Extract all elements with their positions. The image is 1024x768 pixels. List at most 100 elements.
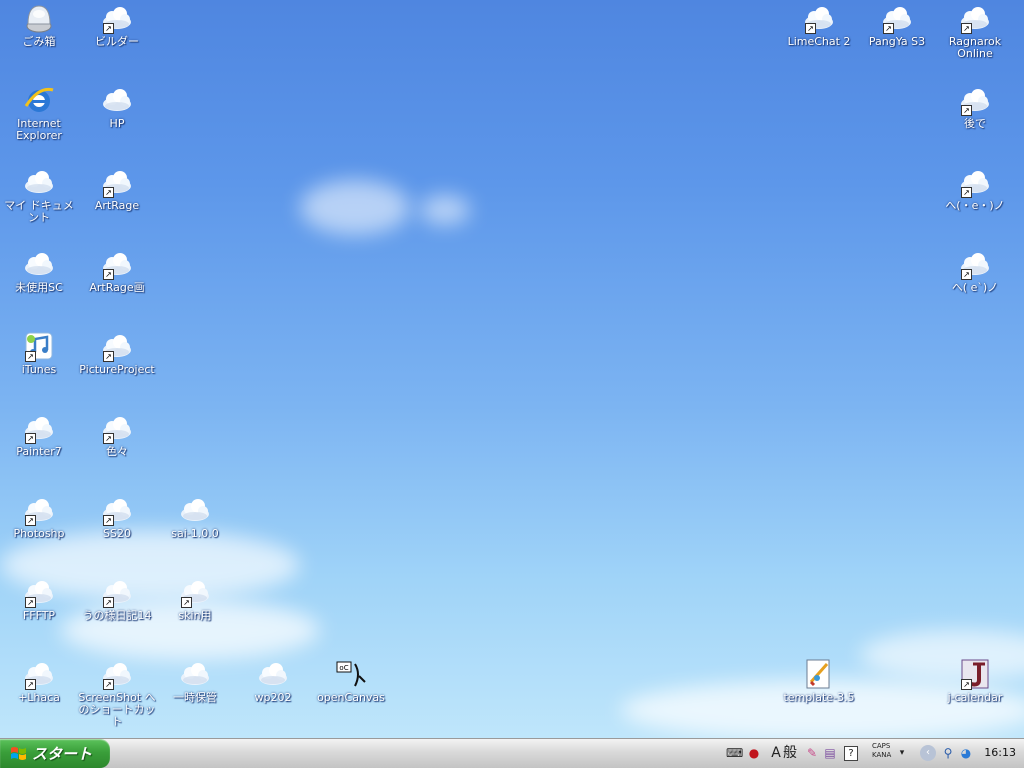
cloud-icon: ↗ <box>101 576 133 608</box>
ie-icon <box>23 84 55 116</box>
windows-logo-icon <box>11 747 26 760</box>
desktop-icon-builder[interactable]: ↗ ビルダー <box>78 2 156 48</box>
cloud-icon: ↗ <box>959 2 991 34</box>
oc-icon: oC <box>335 658 367 690</box>
desktop-icon-nikki[interactable]: ↗ うの様日記14 <box>78 576 156 622</box>
desktop-icon-label: うの様日記14 <box>82 609 152 622</box>
desktop-icon-artrage[interactable]: ↗ ArtRage <box>78 166 156 212</box>
shortcut-arrow-icon: ↗ <box>961 187 972 198</box>
desktop-icon-itunes[interactable]: ↗ iTunes <box>0 330 78 376</box>
shortcut-arrow-icon: ↗ <box>103 433 114 444</box>
desktop-icon-label: 未使用SC <box>15 281 63 294</box>
desktop[interactable]: ごみ箱 ↗ ビルダー Internet Explorer HP マイ ドキュメント ↗ Art… <box>0 0 1024 738</box>
cloud-icon: ↗ <box>959 84 991 116</box>
desktop-icon-iroiro[interactable]: ↗ 色々 <box>78 412 156 458</box>
shortcut-arrow-icon: ↗ <box>25 515 36 526</box>
shortcut-arrow-icon: ↗ <box>103 679 114 690</box>
caps-label: CAPS <box>872 742 891 750</box>
taskbar: スタート ⌨ ● A 般 ✎ ▤ ? CAPS KANA ▾ ‹ ⚲ ◕ 16:… <box>0 738 1024 768</box>
palette-icon[interactable]: ✎ <box>804 745 820 761</box>
network-icon[interactable]: ◕ <box>958 745 974 761</box>
ime-input-mode[interactable]: 般 <box>782 745 798 761</box>
desktop-icon-label: 一時保管 <box>173 691 217 704</box>
desktop-icon-label: HP <box>109 117 125 130</box>
desktop-icon-label: PictureProject <box>79 363 155 376</box>
cloud-icon: ↗ <box>959 166 991 198</box>
desktop-icon-opencanvas[interactable]: oC openCanvas <box>312 658 390 704</box>
cloud-icon <box>257 658 289 690</box>
search-icon[interactable]: ⚲ <box>940 745 956 761</box>
system-tray: ⌨ ● A 般 ✎ ▤ ? CAPS KANA ▾ ‹ ⚲ ◕ 16:13 <box>724 739 1024 768</box>
desktop-icon-screenshot[interactable]: ↗ ScreenShot へのショートカット <box>78 658 156 728</box>
desktop-icon-template[interactable]: template-3.5 <box>780 658 858 704</box>
help-icon[interactable]: ? <box>844 746 858 761</box>
shortcut-arrow-icon: ↗ <box>25 351 36 362</box>
desktop-icon-hp[interactable]: HP <box>78 84 156 130</box>
desktop-icon-ichiji[interactable]: 一時保管 <box>156 658 234 704</box>
desktop-icon-label: iTunes <box>21 363 57 376</box>
desktop-icon-jcalendar[interactable]: ↗ j-calendar <box>936 658 1014 704</box>
desktop-icon-label: ArtRage <box>94 199 140 212</box>
desktop-icon-sai[interactable]: sai-1.0.0 <box>156 494 234 540</box>
desktop-icon-wp202[interactable]: wp202 <box>234 658 312 704</box>
clock[interactable]: 16:13 <box>984 746 1016 759</box>
desktop-icon-atode[interactable]: ↗ 後で <box>936 84 1014 130</box>
dictionary-icon[interactable]: ▤ <box>822 745 838 761</box>
desktop-icon-painter7[interactable]: ↗ Painter7 <box>0 412 78 458</box>
desktop-icon-pictureproject[interactable]: ↗ PictureProject <box>78 330 156 376</box>
desktop-icon-label: template-3.5 <box>783 691 855 704</box>
svg-text:oC: oC <box>339 664 348 672</box>
cloud-icon: ↗ <box>959 248 991 280</box>
shortcut-arrow-icon: ↗ <box>961 105 972 116</box>
desktop-icon-face2[interactable]: ↗ へ( e`)ノ <box>936 248 1014 294</box>
desktop-icon-artrage-ga[interactable]: ↗ ArtRage画 <box>78 248 156 294</box>
shortcut-arrow-icon: ↗ <box>25 433 36 444</box>
shortcut-arrow-icon: ↗ <box>25 679 36 690</box>
show-hidden-icons-icon[interactable]: ‹ <box>920 745 936 761</box>
keyboard-icon[interactable]: ⌨ <box>726 745 743 761</box>
ime-icon[interactable]: ● <box>746 745 762 761</box>
shortcut-arrow-icon: ↗ <box>805 23 816 34</box>
desktop-icon-fluxaca[interactable]: ↗ +Lhaca <box>0 658 78 704</box>
cloud-icon: ↗ <box>101 2 133 34</box>
ime-toolbar-options-icon[interactable]: ▾ <box>894 745 910 761</box>
shortcut-arrow-icon: ↗ <box>103 187 114 198</box>
start-button[interactable]: スタート <box>0 739 110 768</box>
desktop-icon-face1[interactable]: ↗ へ(・e・)ノ <box>936 166 1014 212</box>
shortcut-arrow-icon: ↗ <box>181 597 192 608</box>
desktop-icon-my-documents[interactable]: マイ ドキュメント <box>0 166 78 224</box>
desktop-icon-ss20[interactable]: ↗ SS20 <box>78 494 156 540</box>
desktop-icon-label: マイ ドキュメント <box>4 199 74 224</box>
desktop-icon-recycle-bin[interactable]: ごみ箱 <box>0 2 78 48</box>
desktop-icon-skin[interactable]: ↗ skin用 <box>156 576 234 622</box>
cloud-icon: ↗ <box>101 248 133 280</box>
desktop-icon-label: Painter7 <box>16 445 62 458</box>
desktop-icon-label: ビルダー <box>95 35 139 48</box>
trash-icon <box>23 2 55 34</box>
cloud-icon: ↗ <box>23 412 55 444</box>
template-icon <box>803 658 835 690</box>
desktop-icon-unused-sc[interactable]: 未使用SC <box>0 248 78 294</box>
cloud-icon <box>23 166 55 198</box>
desktop-icon-ffftp[interactable]: ↗ FFFTP <box>0 576 78 622</box>
cloud-icon: ↗ <box>23 494 55 526</box>
desktop-icon-label: SS20 <box>103 527 131 540</box>
desktop-icon-label: ごみ箱 <box>22 35 56 48</box>
desktop-icon-internet-explorer[interactable]: Internet Explorer <box>0 84 78 142</box>
desktop-icon-limechat[interactable]: ↗ LimeChat 2 <box>780 2 858 48</box>
cloud-icon: ↗ <box>803 2 835 34</box>
shortcut-arrow-icon: ↗ <box>103 23 114 34</box>
cloud-icon: ↗ <box>101 412 133 444</box>
cloud-icon: ↗ <box>101 494 133 526</box>
desktop-icon-pangya[interactable]: ↗ PangYa S3 <box>858 2 936 48</box>
shortcut-arrow-icon: ↗ <box>961 679 972 690</box>
cloud-icon: ↗ <box>101 658 133 690</box>
cloud-icon <box>179 658 211 690</box>
desktop-icon-label: j-calendar <box>947 691 1003 704</box>
desktop-icon-photoshop[interactable]: ↗ Photoshp <box>0 494 78 540</box>
jcal-icon: ↗ <box>959 658 991 690</box>
cloud-icon: ↗ <box>881 2 913 34</box>
cloud-icon <box>101 84 133 116</box>
desktop-icon-ragnarok[interactable]: ↗ Ragnarok Online <box>936 2 1014 60</box>
start-label: スタート <box>32 745 93 763</box>
